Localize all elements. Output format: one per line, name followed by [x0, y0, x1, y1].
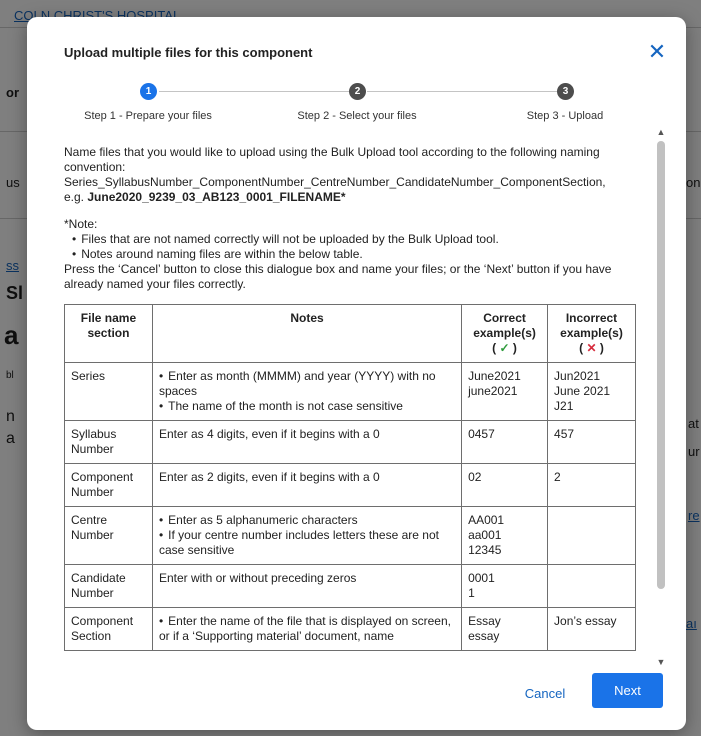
naming-table: File name section Notes Correct example(… [64, 304, 636, 651]
correct-example: june2021 [468, 384, 518, 398]
cell-correct: AA001 aa001 12345 [461, 506, 549, 565]
cell-correct: 02 [461, 463, 549, 507]
scroll-down-icon[interactable]: ▼ [654, 655, 668, 669]
cell-section: Series [64, 362, 153, 421]
cell-incorrect [547, 564, 636, 608]
note-block: *Note: Files that are not named correctl… [64, 217, 639, 262]
cell-correct: Essay essay [461, 607, 549, 651]
cross-icon: ✕ [586, 341, 597, 355]
cell-correct: June2021 june2021 [461, 362, 549, 421]
table-row: Syllabus Number Enter as 4 digits, even … [64, 420, 636, 464]
step-2-indicator: 2 [349, 83, 366, 100]
cell-note-item: The name of the month is not case sensit… [159, 399, 455, 414]
cell-incorrect: 2 [547, 463, 636, 507]
cell-notes: Enter as 4 digits, even if it begins wit… [151, 420, 463, 464]
incorrect-example: June 2021 [554, 384, 611, 398]
cell-section: Component Section [64, 607, 153, 651]
incorrect-mark: ( ✕ ) [579, 341, 604, 355]
cell-note-item: Enter the name of the file that is displ… [159, 614, 455, 644]
table-row: Candidate Number Enter with or without p… [64, 564, 636, 608]
scrollbar[interactable]: ▲ ▼ [654, 125, 668, 669]
step-1-indicator: 1 [140, 83, 157, 100]
table-row: Component Number Enter as 2 digits, even… [64, 463, 636, 507]
correct-example: 0001 [468, 571, 495, 585]
cell-section: Syllabus Number [64, 420, 153, 464]
note-heading: *Note: [64, 217, 98, 231]
cell-notes: Enter with or without preceding zeros [151, 564, 463, 608]
step-3-indicator: 3 [557, 83, 574, 100]
step-3-label: Step 3 - Upload [526, 110, 604, 122]
correct-example: aa001 [468, 528, 502, 542]
cell-note-item: Enter as month (MMMM) and year (YYYY) wi… [159, 369, 455, 399]
cell-note-item: If your centre number includes letters t… [159, 528, 455, 558]
scroll-up-icon[interactable]: ▲ [654, 125, 668, 139]
intro-text: Name files that you would like to upload… [64, 145, 600, 174]
header-incorrect-label: Incorrect example(s) [560, 311, 623, 340]
stepper: 1 Step 1 - Prepare your files 2 Step 2 -… [27, 83, 686, 127]
incorrect-example: Jun2021 [554, 369, 601, 383]
table-header-row: File name section Notes Correct example(… [64, 304, 636, 363]
cell-section: Candidate Number [64, 564, 153, 608]
next-button[interactable]: Next [592, 673, 663, 708]
cancel-button[interactable]: Cancel [514, 681, 576, 707]
close-icon[interactable]: ✕ [646, 41, 668, 63]
table-row: Series Enter as month (MMMM) and year (Y… [64, 362, 636, 421]
cell-notes: Enter the name of the file that is displ… [151, 607, 463, 651]
incorrect-example: J21 [554, 399, 574, 413]
scroll-thumb[interactable] [657, 141, 665, 589]
step-2-label: Step 2 - Select your files [297, 110, 417, 122]
note-item: Notes around naming files are within the… [72, 247, 639, 262]
cell-incorrect: 457 [547, 420, 636, 464]
check-icon: ✓ [499, 341, 510, 355]
correct-example: 1 [468, 586, 475, 600]
cell-note-item: Enter as 5 alphanumeric characters [159, 513, 455, 528]
header-correct-label: Correct example(s) [473, 311, 536, 340]
cell-notes: Enter as 5 alphanumeric characters If yo… [151, 506, 463, 565]
table-row: Centre Number Enter as 5 alphanumeric ch… [64, 506, 636, 565]
cell-incorrect: Jun2021 June 2021 J21 [547, 362, 636, 421]
header-incorrect: Incorrect example(s) ( ✕ ) [547, 304, 636, 363]
example-prefix: e.g. [64, 190, 88, 204]
upload-dialog: Upload multiple files for this component… [27, 17, 686, 730]
example-filename: June2020_9239_03_AB123_0001_FILENAME* [87, 190, 346, 204]
correct-example: AA001 [468, 513, 505, 527]
correct-example: 12345 [468, 543, 502, 557]
example-line: e.g. June2020_9239_03_AB123_0001_FILENAM… [64, 190, 639, 205]
cell-correct: 0457 [461, 420, 549, 464]
cell-correct: 0001 1 [461, 564, 549, 608]
cell-incorrect [547, 506, 636, 565]
table-row: Component Section Enter the name of the … [64, 607, 636, 651]
header-section: File name section [64, 304, 153, 363]
step-connector [159, 91, 349, 92]
header-correct: Correct example(s) ( ✓ ) [461, 304, 549, 363]
step-connector [367, 91, 557, 92]
correct-mark: ( ✓ ) [492, 341, 517, 355]
cell-section: Centre Number [64, 506, 153, 565]
correct-example: essay [468, 629, 500, 643]
dialog-title: Upload multiple files for this component [64, 45, 313, 60]
naming-convention: Series_SyllabusNumber_ComponentNumber_Ce… [64, 175, 606, 189]
step-1-label: Step 1 - Prepare your files [84, 110, 212, 122]
cell-notes: Enter as 2 digits, even if it begins wit… [151, 463, 463, 507]
cell-notes: Enter as month (MMMM) and year (YYYY) wi… [151, 362, 463, 421]
cell-incorrect: Jon’s essay [547, 607, 636, 651]
header-notes: Notes [151, 304, 463, 363]
correct-example: Essay [468, 614, 501, 628]
note-item: Files that are not named correctly will … [72, 232, 639, 247]
correct-example: June2021 [468, 369, 521, 383]
dialog-content[interactable]: Name files that you would like to upload… [64, 145, 639, 671]
cell-section: Component Number [64, 463, 153, 507]
instructions-text: Press the ‘Cancel’ button to close this … [64, 262, 612, 291]
